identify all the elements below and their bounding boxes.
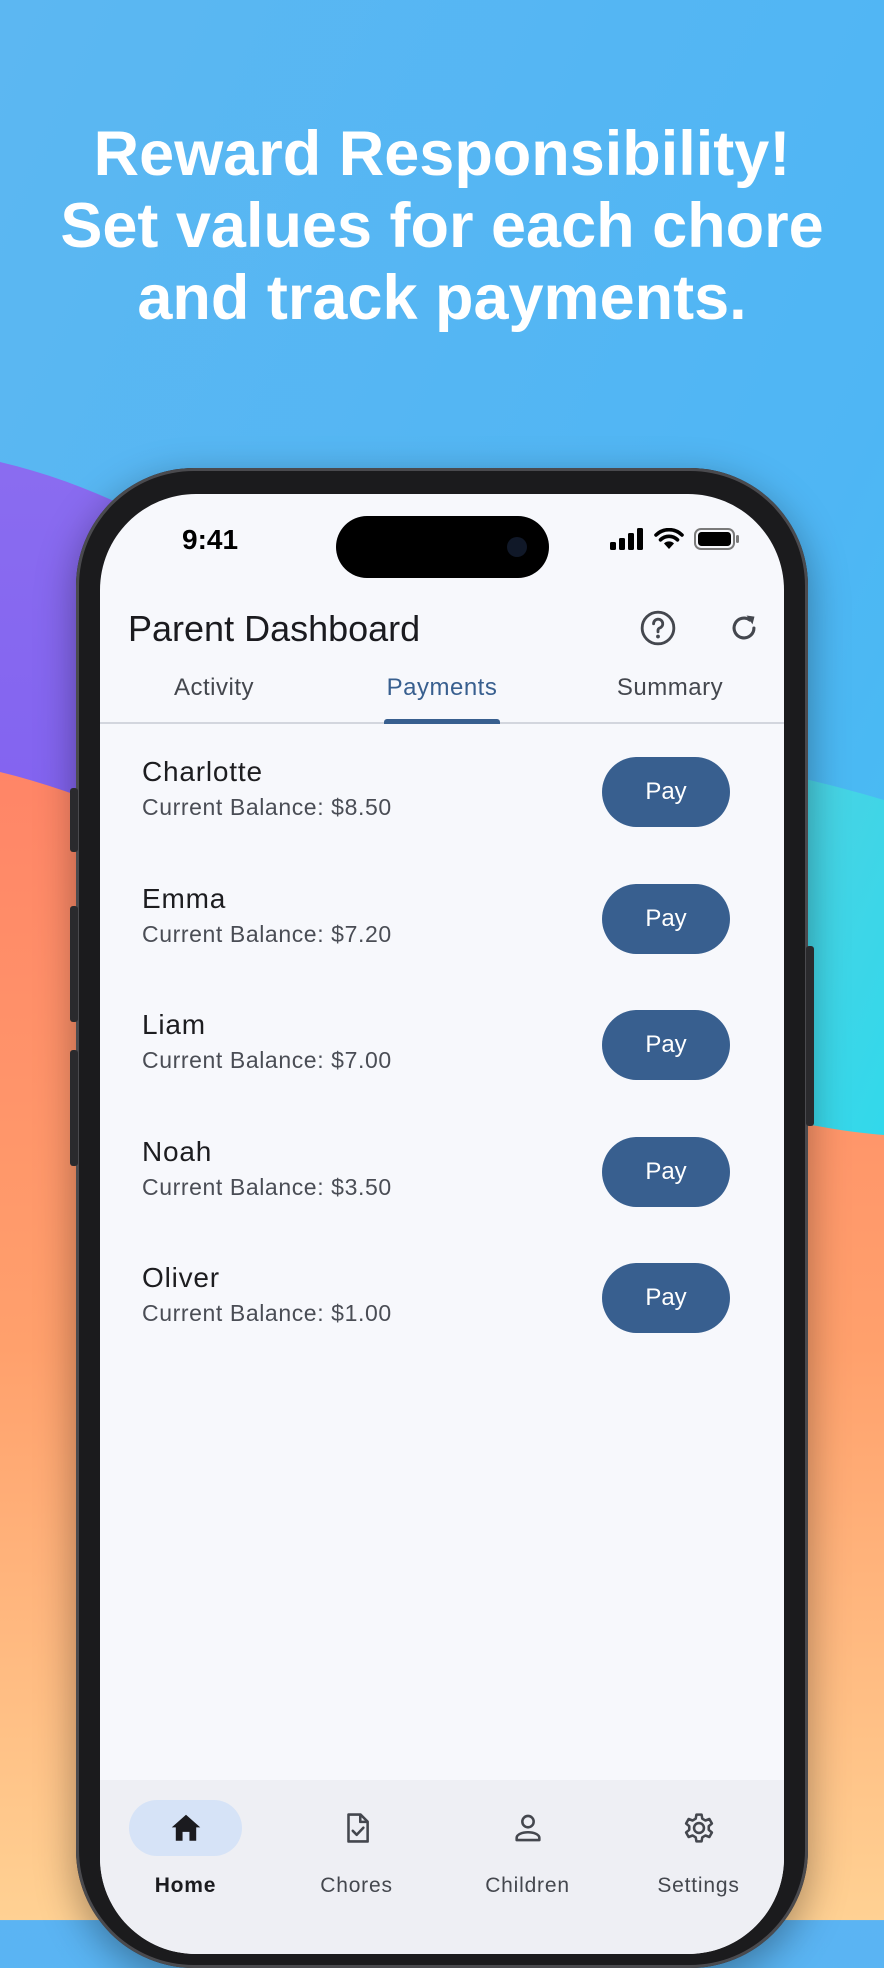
nav-home[interactable]: Home — [100, 1800, 271, 1920]
list-item: Liam Current Balance: $7.00 Pay — [100, 977, 784, 1104]
help-icon — [640, 610, 676, 646]
tab-activity-label: Activity — [173, 674, 254, 701]
list-item: Oliver Current Balance: $1.00 Pay — [100, 1230, 784, 1357]
nav-chores-indicator — [300, 1800, 413, 1856]
nav-home-label: Home — [154, 1874, 217, 1897]
home-icon — [171, 1814, 200, 1841]
nav-chores-label: Chores — [320, 1874, 393, 1897]
tab-activity[interactable]: Activity — [100, 654, 328, 722]
list-item: Charlotte Current Balance: $8.50 Pay — [100, 724, 784, 851]
status-time: 9:41 — [182, 524, 239, 555]
current-balance: Current Balance: $8.50 — [142, 794, 392, 820]
child-name: Noah — [142, 1135, 213, 1167]
list-item: Emma Current Balance: $7.20 Pay — [100, 851, 784, 978]
promo-line-1: Reward Responsibility! — [93, 119, 791, 189]
nav-settings-indicator — [642, 1800, 755, 1856]
current-balance: Current Balance: $1.00 — [142, 1300, 392, 1327]
page-title: Parent Dashboard — [128, 608, 421, 649]
refresh-icon — [732, 615, 756, 640]
child-name: Charlotte — [142, 756, 263, 787]
nav-chores[interactable]: Chores — [271, 1800, 442, 1920]
tab-summary[interactable]: Summary — [556, 654, 784, 722]
current-balance: Current Balance: $3.50 — [142, 1173, 392, 1200]
tab-payments-label: Payments — [386, 674, 498, 701]
tab-bar: Activity Payments Summary — [100, 654, 784, 724]
cellular-signal-icon — [610, 528, 643, 550]
payments-list: Charlotte Current Balance: $8.50 Pay Emm… — [100, 724, 784, 1357]
current-balance: Current Balance: $7.20 — [142, 920, 392, 947]
nav-settings[interactable]: Settings — [613, 1800, 784, 1920]
nav-children-label: Children — [485, 1874, 570, 1897]
list-item: Noah Current Balance: $3.50 Pay — [100, 1104, 784, 1231]
person-icon — [514, 1814, 541, 1842]
help-button[interactable] — [636, 606, 680, 650]
phone-screen: 9:41 Parent Dashboard Activity Payments … — [100, 494, 784, 1954]
phone-action-button — [70, 788, 78, 852]
bottom-navigation: Home Chores Children Settings — [100, 1780, 784, 1954]
nav-settings-label: Settings — [657, 1874, 740, 1897]
phone-volume-up-button — [70, 906, 78, 1022]
child-name: Liam — [142, 1009, 206, 1041]
pay-button-noah[interactable]: Pay — [602, 1136, 730, 1207]
tab-payments[interactable]: Payments — [328, 654, 556, 724]
status-icons — [610, 528, 740, 550]
front-camera-icon — [507, 537, 527, 557]
battery-icon — [694, 528, 739, 550]
tab-summary-label: Summary — [616, 674, 724, 701]
gear-icon — [684, 1813, 713, 1843]
dynamic-island — [336, 516, 549, 578]
nav-children[interactable]: Children — [442, 1800, 613, 1920]
pay-button-oliver[interactable]: Pay — [602, 1263, 730, 1334]
promo-headline: Reward Responsibility! Set values for ea… — [0, 118, 884, 334]
phone-power-button — [806, 946, 814, 1126]
current-balance: Current Balance: $7.00 — [142, 1047, 392, 1074]
pay-button-liam[interactable]: Pay — [602, 1010, 730, 1081]
chores-check-icon — [346, 1813, 369, 1843]
wifi-icon — [654, 528, 684, 549]
promo-line-2: Set values for each chore — [60, 191, 824, 261]
refresh-button[interactable] — [722, 606, 766, 650]
nav-children-indicator — [471, 1800, 584, 1856]
child-name: Oliver — [142, 1262, 220, 1294]
promo-line-3: and track payments. — [137, 263, 747, 333]
phone-volume-down-button — [70, 1050, 78, 1166]
pay-button-charlotte[interactable]: Pay — [602, 757, 730, 827]
nav-home-indicator — [129, 1800, 242, 1856]
child-name: Emma — [142, 882, 227, 914]
pay-button-emma[interactable]: Pay — [602, 883, 730, 954]
